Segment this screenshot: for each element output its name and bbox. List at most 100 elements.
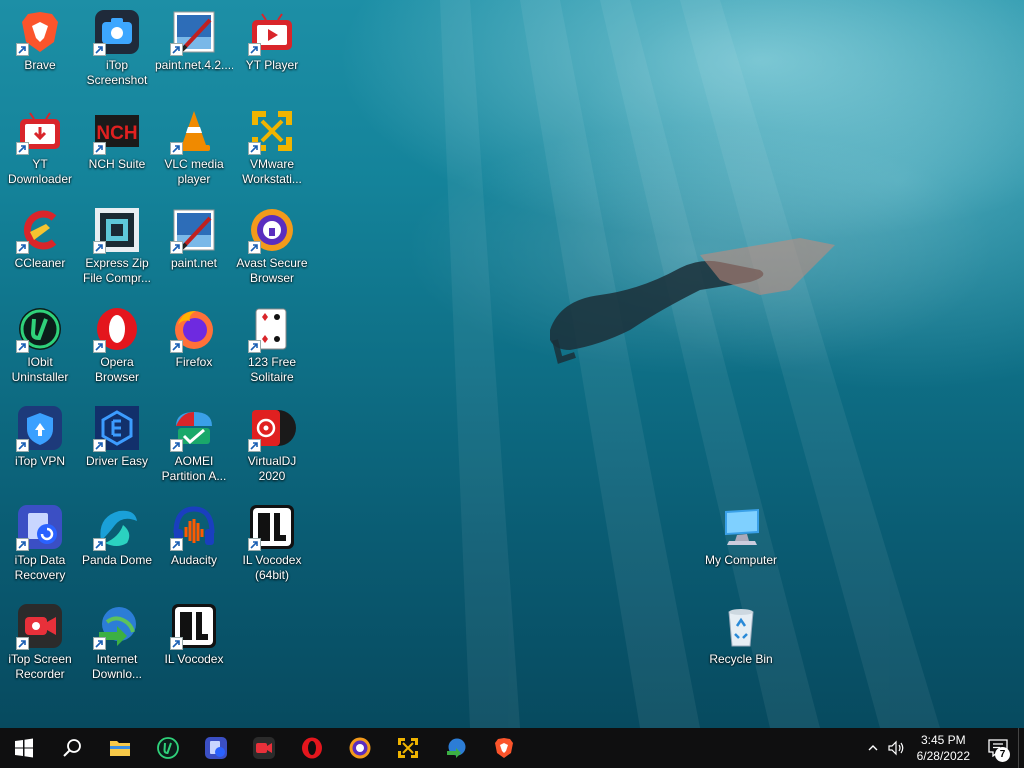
desktop-icon-aomei-partition[interactable]: AOMEI Partition A... bbox=[154, 398, 234, 494]
desktop[interactable]: Brave YT Downloader CCleaner IObit Unins… bbox=[0, 0, 1024, 728]
itop-data-recovery-icon bbox=[205, 737, 227, 759]
shortcut-arrow-icon bbox=[16, 538, 29, 551]
shortcut-arrow-icon bbox=[170, 142, 183, 155]
desktop-icon-my-computer[interactable]: My Computer bbox=[701, 497, 781, 593]
taskbar-vmware[interactable] bbox=[384, 728, 432, 768]
taskbar-iobit-uninstaller[interactable] bbox=[144, 728, 192, 768]
desktop-icon-itop-vpn[interactable]: iTop VPN bbox=[0, 398, 80, 494]
shortcut-arrow-icon bbox=[16, 142, 29, 155]
shortcut-arrow-icon bbox=[16, 637, 29, 650]
desktop-icon-label: Recycle Bin bbox=[709, 652, 773, 666]
desktop-icon-label: VLC media player bbox=[164, 157, 224, 186]
desktop-icon-label: iTop Screenshot bbox=[86, 58, 148, 87]
internet-download-manager-icon bbox=[447, 738, 466, 758]
desktop-icon-label: Avast Secure Browser bbox=[236, 256, 308, 285]
desktop-icon-iobit-uninstaller[interactable]: IObit Uninstaller bbox=[0, 299, 80, 395]
shortcut-arrow-icon bbox=[248, 241, 261, 254]
desktop-icon-panda-dome[interactable]: Panda Dome bbox=[77, 497, 157, 593]
desktop-icon-yt-player[interactable]: YT Player bbox=[232, 2, 312, 98]
shortcut-arrow-icon bbox=[16, 439, 29, 452]
search-button[interactable] bbox=[48, 728, 96, 768]
desktop-icon-label: My Computer bbox=[704, 553, 778, 567]
desktop-icon-ccleaner[interactable]: CCleaner bbox=[0, 200, 80, 296]
desktop-icon-itop-data-recovery[interactable]: iTop Data Recovery bbox=[0, 497, 80, 593]
search-icon bbox=[63, 739, 81, 757]
desktop-icon-itop-screenshot[interactable]: iTop Screenshot bbox=[77, 2, 157, 98]
desktop-icon-label: 123 Free Solitaire bbox=[247, 355, 297, 384]
clock[interactable]: 3:45 PM 6/28/2022 bbox=[909, 732, 978, 764]
vmware-icon bbox=[398, 738, 418, 758]
desktop-icon-internet-download-manager[interactable]: Internet Downlo... bbox=[77, 596, 157, 692]
shortcut-arrow-icon bbox=[248, 340, 261, 353]
avast-secure-browser-icon bbox=[349, 737, 371, 759]
desktop-icon-label: paint.net.4.2.... bbox=[155, 58, 233, 72]
desktop-icon-label: VMware Workstati... bbox=[242, 157, 302, 186]
volume-button[interactable] bbox=[885, 728, 909, 768]
show-hidden-icons-button[interactable] bbox=[861, 728, 885, 768]
shortcut-arrow-icon bbox=[248, 43, 261, 56]
itop-screen-recorder-icon bbox=[253, 737, 275, 759]
shortcut-arrow-icon bbox=[170, 340, 183, 353]
shortcut-arrow-icon bbox=[170, 43, 183, 56]
notification-count-badge: 7 bbox=[995, 747, 1010, 762]
shortcut-arrow-icon bbox=[93, 340, 106, 353]
taskbar-itop-data-recovery[interactable] bbox=[192, 728, 240, 768]
shortcut-arrow-icon bbox=[16, 43, 29, 56]
desktop-icon-label: iTop Data Recovery bbox=[14, 553, 66, 582]
taskbar-itop-screen-recorder[interactable] bbox=[240, 728, 288, 768]
desktop-icon-paint-net[interactable]: paint.net bbox=[154, 200, 234, 296]
desktop-icon-label: Firefox bbox=[175, 355, 213, 369]
windows-logo-icon bbox=[15, 738, 33, 758]
opera-icon bbox=[302, 737, 322, 759]
taskbar-file-explorer[interactable] bbox=[96, 728, 144, 768]
shortcut-arrow-icon bbox=[170, 637, 183, 650]
desktop-icon-opera-browser[interactable]: Opera Browser bbox=[77, 299, 157, 395]
desktop-icon-label: YT Player bbox=[245, 58, 299, 72]
desktop-icon-vlc-media-player[interactable]: VLC media player bbox=[154, 101, 234, 197]
desktop-icon-yt-downloader[interactable]: YT Downloader bbox=[0, 101, 80, 197]
desktop-icon-audacity[interactable]: Audacity bbox=[154, 497, 234, 593]
iobit-uninstaller-icon bbox=[157, 737, 179, 759]
desktop-icon-virtualdj-2020[interactable]: VirtualDJ 2020 bbox=[232, 398, 312, 494]
shortcut-arrow-icon bbox=[16, 241, 29, 254]
shortcut-arrow-icon bbox=[170, 439, 183, 452]
system-tray: 3:45 PM 6/28/2022 7 bbox=[861, 728, 1024, 768]
desktop-icon-label: iTop Screen Recorder bbox=[8, 652, 72, 681]
taskbar-internet-download-manager[interactable] bbox=[432, 728, 480, 768]
shortcut-arrow-icon bbox=[16, 340, 29, 353]
desktop-icon-il-vocodex-64bit[interactable]: IL Vocodex (64bit) bbox=[232, 497, 312, 593]
taskbar-avast-secure-browser[interactable] bbox=[336, 728, 384, 768]
desktop-icon-il-vocodex[interactable]: IL Vocodex bbox=[154, 596, 234, 692]
desktop-icon-label: AOMEI Partition A... bbox=[161, 454, 227, 483]
desktop-icon-label: Opera Browser bbox=[94, 355, 139, 384]
desktop-icon-brave[interactable]: Brave bbox=[0, 2, 80, 98]
desktop-icon-nch-suite[interactable]: NCH NCH Suite bbox=[77, 101, 157, 197]
desktop-icon-vmware-workstation[interactable]: VMware Workstati... bbox=[232, 101, 312, 197]
shortcut-arrow-icon bbox=[170, 241, 183, 254]
start-button[interactable] bbox=[0, 728, 48, 768]
desktop-icon-paint-net-4-2[interactable]: paint.net.4.2.... bbox=[154, 2, 234, 98]
desktop-icon-label: Brave bbox=[24, 58, 56, 72]
clock-date: 6/28/2022 bbox=[916, 749, 970, 763]
desktop-icon-label: Panda Dome bbox=[81, 553, 153, 567]
chevron-up-icon bbox=[868, 745, 878, 751]
desktop-icon-firefox[interactable]: Firefox bbox=[154, 299, 234, 395]
desktop-icon-express-zip[interactable]: Express Zip File Compr... bbox=[77, 200, 157, 296]
desktop-icon-123-free-solitaire[interactable]: 123 Free Solitaire bbox=[232, 299, 312, 395]
desktop-icon-itop-screen-recorder[interactable]: iTop Screen Recorder bbox=[0, 596, 80, 692]
folder-icon bbox=[110, 741, 130, 756]
desktop-icon-label: VirtualDJ 2020 bbox=[247, 454, 297, 483]
desktop-icon-label: Express Zip File Compr... bbox=[82, 256, 151, 285]
svg-text:NCH: NCH bbox=[96, 123, 137, 144]
desktop-icon-avast-secure-browser[interactable]: Avast Secure Browser bbox=[232, 200, 312, 296]
shortcut-arrow-icon bbox=[248, 439, 261, 452]
desktop-icon-driver-easy[interactable]: Driver Easy bbox=[77, 398, 157, 494]
clock-time: 3:45 PM bbox=[920, 733, 966, 747]
desktop-icon-recycle-bin[interactable]: Recycle Bin bbox=[701, 596, 781, 692]
desktop-icon-label: NCH Suite bbox=[88, 157, 146, 171]
desktop-icon-label: CCleaner bbox=[14, 256, 66, 270]
taskbar-opera[interactable] bbox=[288, 728, 336, 768]
taskbar-brave[interactable] bbox=[480, 728, 528, 768]
show-desktop-button[interactable] bbox=[1018, 728, 1024, 768]
action-center-button[interactable]: 7 bbox=[978, 728, 1018, 768]
